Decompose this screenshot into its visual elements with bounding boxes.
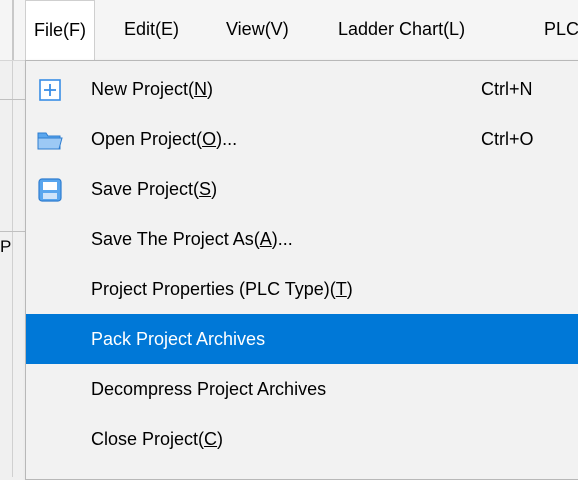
- menu-item-decompress-project-archives[interactable]: Decompress Project Archives: [26, 364, 578, 414]
- menu-bar-separator: [12, 0, 14, 60]
- menu-item-label: New Project(N): [91, 79, 214, 99]
- menu-item-save-project-as[interactable]: Save The Project As(A)...: [26, 214, 578, 264]
- menu-item-label: Pack Project Archives: [91, 329, 266, 349]
- menu-view[interactable]: View(V): [226, 0, 289, 60]
- menu-item-open-project[interactable]: Open Project(O)... Ctrl+O: [26, 114, 578, 164]
- file-menu-dropdown: New Project(N) Ctrl+N Open Project(O)...…: [25, 60, 578, 480]
- menu-item-label: Project Properties (PLC Type)(T): [91, 279, 353, 299]
- background-rule: [0, 99, 25, 100]
- menu-plc[interactable]: PLC: [544, 0, 578, 60]
- menu-item-project-properties[interactable]: Project Properties (PLC Type)(T): [26, 264, 578, 314]
- menu-item-label: Decompress Project Archives: [91, 379, 327, 399]
- menu-item-label: Open Project(O)...: [91, 129, 238, 149]
- menu-item-pack-project-archives[interactable]: Pack Project Archives: [26, 314, 578, 364]
- menu-item-label: Save The Project As(A)...: [91, 229, 293, 249]
- menu-ladder-chart[interactable]: Ladder Chart(L): [338, 0, 465, 60]
- shortcut-label: Ctrl+N: [481, 79, 533, 99]
- menu-item-label: Close Project(C): [91, 429, 224, 449]
- background-text: P: [0, 237, 12, 256]
- menu-bar: File(F) Edit(E) View(V) Ladder Chart(L) …: [0, 0, 578, 61]
- background-divider: [12, 61, 13, 477]
- menu-file[interactable]: File(F): [25, 0, 95, 60]
- background-window: P: [0, 61, 25, 477]
- new-project-icon: [39, 79, 61, 101]
- menu-item-close-project[interactable]: Close Project(C): [26, 414, 578, 464]
- save-icon: [38, 178, 62, 202]
- background-rule: [0, 231, 25, 232]
- menu-item-label: Save Project(S): [91, 179, 218, 199]
- folder-open-icon: [37, 132, 63, 150]
- menu-item-save-project[interactable]: Save Project(S): [26, 164, 578, 214]
- shortcut-label: Ctrl+O: [481, 129, 534, 149]
- menu-item-new-project[interactable]: New Project(N) Ctrl+N: [26, 64, 578, 114]
- menu-edit[interactable]: Edit(E): [124, 0, 179, 60]
